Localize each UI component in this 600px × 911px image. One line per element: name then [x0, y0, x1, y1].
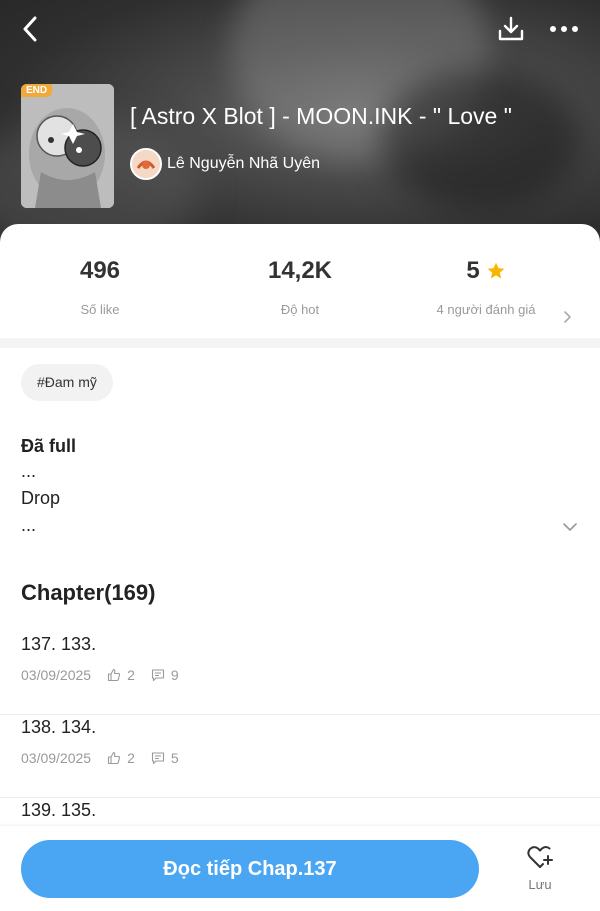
save-label: Lưu: [528, 877, 552, 892]
author-avatar: [130, 148, 162, 180]
chapter-likes: 2: [127, 667, 135, 683]
expand-description-button[interactable]: [557, 516, 583, 538]
end-badge: END: [21, 84, 53, 97]
section-divider: [0, 338, 600, 348]
author-link[interactable]: Lê Nguyễn Nhã Uyên: [130, 148, 320, 180]
description-line: ...: [21, 461, 37, 481]
rating-value: 5: [466, 257, 480, 284]
chapter-title: 139. 135.: [21, 800, 97, 820]
hot-label: Độ hot: [280, 302, 320, 317]
bottom-action-bar: Đọc tiếp Chap.137 Lưu: [0, 826, 600, 911]
top-bar: [0, 0, 600, 58]
chapter-item[interactable]: 138. 134. 03/09/2025 2 5: [0, 715, 600, 798]
stats-row: 496 Số like 14,2K Độ hot 5 4 người đánh …: [0, 256, 600, 336]
rating-stat[interactable]: 5 4 người đánh giá: [386, 256, 586, 317]
chapter-comments: 9: [170, 667, 179, 683]
download-icon: [498, 16, 524, 41]
likes-label: Số like: [80, 302, 120, 317]
chapter-comments: 5: [170, 750, 179, 766]
chapter-likes: 2: [127, 750, 135, 766]
heart-plus-icon: [527, 846, 553, 868]
chevron-down-icon: [563, 523, 577, 531]
description-line: Đã full: [21, 436, 77, 456]
chapter-title: 138. 134.: [21, 717, 97, 737]
hot-stat: 14,2K Độ hot: [200, 256, 400, 317]
book-title: [ Astro X Blot ] - MOON.INK - " Love ": [130, 103, 512, 129]
download-button[interactable]: [494, 12, 528, 46]
chapter-date: 03/09/2025: [21, 667, 92, 683]
description-line: Drop: [21, 488, 61, 508]
more-horizontal-icon: [550, 26, 578, 32]
continue-reading-button[interactable]: Đọc tiếp Chap.137: [21, 840, 479, 898]
rating-label: 4 người đánh giá: [436, 302, 536, 317]
detail-sheet: 496 Số like 14,2K Độ hot 5 4 người đánh …: [0, 224, 600, 911]
likes-count: 496: [79, 257, 121, 284]
comment-icon: [151, 752, 164, 765]
likes-stat: 496 Số like: [0, 256, 200, 317]
description: Đã full ... Drop ...: [21, 434, 561, 539]
chapter-item[interactable]: 137. 133. 03/09/2025 2 9: [0, 632, 600, 715]
save-button[interactable]: Lưu: [510, 844, 570, 898]
like-icon: [108, 751, 121, 765]
chevron-left-icon: [23, 16, 37, 42]
author-name: Lê Nguyễn Nhã Uyên: [167, 155, 320, 172]
chevron-right-icon: [564, 311, 571, 323]
star-icon: [487, 262, 505, 279]
description-line: ...: [21, 515, 37, 535]
book-cover: END: [21, 84, 114, 208]
chapter-date: 03/09/2025: [21, 750, 92, 766]
hot-count: 14,2K: [267, 257, 333, 284]
comment-icon: [151, 669, 164, 682]
genre-tag[interactable]: #Đam mỹ: [21, 364, 113, 401]
back-button[interactable]: [14, 12, 46, 46]
cover-illustration: [21, 84, 114, 208]
chapter-title: 137. 133.: [21, 634, 97, 654]
more-button[interactable]: [546, 12, 582, 46]
like-icon: [108, 668, 121, 682]
chapters-heading: Chapter(169): [21, 580, 156, 605]
